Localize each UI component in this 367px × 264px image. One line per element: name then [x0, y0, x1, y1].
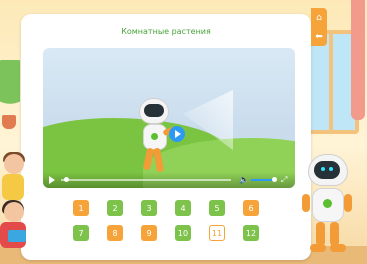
home-icon[interactable]: ⌂	[314, 13, 324, 23]
page-title: Комнатные растения	[121, 27, 211, 36]
kids-illustration	[0, 150, 30, 254]
background-curtain	[351, 0, 365, 120]
play-overlay-button[interactable]	[169, 126, 185, 142]
lesson-tile[interactable]: 4	[175, 200, 191, 216]
lesson-tile[interactable]: 8	[107, 225, 123, 241]
robot-leg	[152, 147, 165, 173]
volume-slider[interactable]	[251, 177, 277, 182]
video-player[interactable]: 🔈 ⤢	[43, 48, 295, 188]
lesson-tile[interactable]: 9	[141, 225, 157, 241]
lesson-tile[interactable]: 12	[243, 225, 259, 241]
side-toolbar: ⌂ ⬅	[311, 8, 327, 46]
content-panel: Комнатные растения 🔈 ⤢ 1 2 3 4 5 6 7 8 9 10 11 12	[21, 14, 311, 260]
progress-thumb[interactable]	[64, 177, 70, 182]
lesson-tile[interactable]: 10	[175, 225, 191, 241]
video-controls-bar: 🔈 ⤢	[43, 172, 295, 188]
lesson-tile[interactable]: 6	[243, 200, 259, 216]
lesson-tile[interactable]: 2	[107, 200, 123, 216]
progress-slider[interactable]	[61, 177, 231, 182]
fullscreen-icon[interactable]: ⤢	[281, 175, 290, 184]
lesson-tile[interactable]: 11	[209, 225, 225, 241]
lesson-tile[interactable]: 1	[73, 200, 89, 216]
lesson-grid: 1 2 3 4 5 6 7 8 9 10 11 12	[73, 200, 273, 241]
back-arrow-icon[interactable]: ⬅	[314, 32, 324, 42]
lesson-tile[interactable]: 7	[73, 225, 89, 241]
volume-icon[interactable]: 🔈	[239, 176, 249, 184]
book-illustration	[8, 230, 26, 242]
robot-head	[139, 98, 169, 124]
play-icon[interactable]	[49, 176, 55, 184]
robot-body	[143, 124, 167, 150]
lesson-tile[interactable]: 5	[209, 200, 225, 216]
lesson-tile[interactable]: 3	[141, 200, 157, 216]
background-plant-pot	[2, 115, 16, 129]
robot-mascot	[302, 150, 352, 258]
volume-thumb[interactable]	[272, 177, 277, 182]
